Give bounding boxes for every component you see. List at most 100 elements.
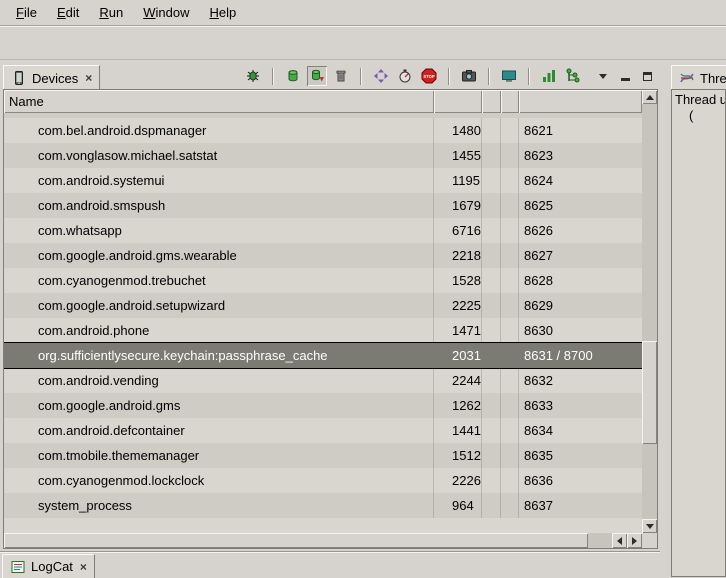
cell-pid: 22265 — [434, 468, 482, 493]
minimize-icon[interactable] — [619, 70, 631, 82]
cell-c4 — [501, 493, 519, 518]
arrow-right-icon — [632, 537, 637, 545]
scroll-up-button[interactable] — [642, 90, 657, 104]
cell-name: com.android.vending — [4, 368, 434, 393]
table-row[interactable]: com.android.vending224408632 — [4, 368, 642, 393]
toolbar-separator — [360, 68, 362, 85]
cell-c3 — [482, 143, 501, 168]
close-icon[interactable]: × — [85, 72, 92, 84]
horizontal-scrollbar[interactable] — [4, 533, 642, 548]
cell-c4 — [501, 343, 519, 368]
threads-content-panel: Thread up ( — [671, 89, 726, 577]
table-row[interactable]: com.vonglasow.michael.satstat145538623 — [4, 143, 642, 168]
table-row[interactable]: com.android.smspush16798625 — [4, 193, 642, 218]
menu-file[interactable]: File — [6, 2, 47, 23]
tab-devices[interactable]: Devices × — [3, 65, 100, 89]
dump-hprof-button[interactable] — [307, 66, 327, 86]
table-row[interactable]: com.android.defcontainer144118634 — [4, 418, 642, 443]
allocation-tracker-icon — [541, 68, 557, 84]
cell-c4 — [501, 418, 519, 443]
tab-threads-label: Threads — [700, 71, 726, 86]
scrollbar-corner — [642, 533, 657, 548]
tab-threads[interactable]: Threads — [671, 65, 726, 89]
horizontal-scroll-track[interactable] — [4, 533, 612, 548]
table-row[interactable]: system_process9648637 — [4, 493, 642, 518]
devices-view: Devices × STOP Name com.bel.android.dspm… — [3, 63, 658, 549]
stop-process-button[interactable]: STOP — [419, 66, 439, 86]
tab-logcat[interactable]: LogCat × — [2, 554, 95, 578]
process-table: com.bel.android.dspmanager14808621com.vo… — [4, 113, 642, 533]
toolbar-separator — [528, 68, 530, 85]
cell-name: com.whatsapp — [4, 218, 434, 243]
close-icon[interactable]: × — [80, 561, 87, 573]
devices-content: Name com.bel.android.dspmanager14808621c… — [3, 89, 658, 549]
maximize-icon[interactable] — [641, 70, 653, 82]
opengl-trace-icon — [565, 68, 581, 84]
cell-name: com.google.android.gms.wearable — [4, 243, 434, 268]
start-method-profiling-button[interactable] — [395, 66, 415, 86]
cell-c4 — [501, 393, 519, 418]
table-row[interactable]: com.android.systemui11958624 — [4, 168, 642, 193]
cell-port: 8626 — [519, 218, 642, 243]
cell-name: org.sufficientlysecure.keychain:passphra… — [4, 343, 434, 368]
toolbar-separator — [448, 68, 450, 85]
table-row[interactable]: com.google.android.gms.wearable221858627 — [4, 243, 642, 268]
vertical-scrollbar[interactable] — [642, 90, 657, 533]
view-menu-icon[interactable] — [597, 70, 609, 82]
scroll-down-button[interactable] — [642, 519, 657, 533]
table-row[interactable]: com.android.phone14718630 — [4, 318, 642, 343]
cell-c3 — [482, 268, 501, 293]
arrow-left-icon — [617, 537, 622, 545]
cell-name: com.google.android.gms — [4, 393, 434, 418]
update-threads-button[interactable] — [371, 66, 391, 86]
cell-name: com.vonglasow.michael.satstat — [4, 143, 434, 168]
vertical-scroll-track[interactable] — [642, 104, 657, 519]
debug-process-icon — [245, 68, 261, 84]
cell-c4 — [501, 118, 519, 143]
cell-name: com.android.systemui — [4, 168, 434, 193]
table-row[interactable]: com.cyanogenmod.lockclock222658636 — [4, 468, 642, 493]
cell-c4 — [501, 443, 519, 468]
column-header[interactable] — [482, 90, 501, 113]
cause-gc-button[interactable] — [331, 66, 351, 86]
cell-port: 8631 / 8700 — [519, 343, 642, 368]
cell-c3 — [482, 168, 501, 193]
arrow-up-icon — [646, 95, 654, 100]
menu-window[interactable]: Window — [133, 2, 199, 23]
allocation-tracker-button[interactable] — [539, 66, 559, 86]
cell-pid: 1480 — [434, 118, 482, 143]
table-row[interactable]: com.google.android.gms126238633 — [4, 393, 642, 418]
cell-port: 8621 — [519, 118, 642, 143]
column-header-name[interactable]: Name — [4, 90, 434, 113]
table-row[interactable]: org.sufficientlysecure.keychain:passphra… — [4, 343, 642, 368]
horizontal-scroll-thumb[interactable] — [4, 533, 588, 548]
vertical-scroll-thumb[interactable] — [642, 341, 657, 445]
menu-help[interactable]: Help — [199, 2, 246, 23]
capture-video-button[interactable] — [499, 66, 519, 86]
cell-name: com.tmobile.thememanager — [4, 443, 434, 468]
column-header[interactable] — [434, 90, 482, 113]
scroll-left-button[interactable] — [612, 533, 627, 548]
table-row[interactable]: com.cyanogenmod.trebuchet15288628 — [4, 268, 642, 293]
debug-process-button[interactable] — [243, 66, 263, 86]
column-header[interactable] — [501, 90, 519, 113]
table-row[interactable]: com.bel.android.dspmanager1480 8621 — [4, 118, 642, 143]
main-toolbar — [0, 26, 726, 60]
table-row[interactable]: com.google.android.setupwizard222508629 — [4, 293, 642, 318]
cell-c4 — [501, 168, 519, 193]
table-row[interactable]: com.whatsapp67168626 — [4, 218, 642, 243]
update-heap-button[interactable] — [283, 66, 303, 86]
menu-edit[interactable]: Edit — [47, 2, 89, 23]
scroll-right-button[interactable] — [627, 533, 642, 548]
cell-c3 — [482, 193, 501, 218]
screen-capture-button[interactable] — [459, 66, 479, 86]
column-header[interactable] — [519, 90, 642, 113]
opengl-trace-button[interactable] — [563, 66, 583, 86]
cell-port: 8628 — [519, 268, 642, 293]
table-row[interactable]: com.tmobile.thememanager15128635 — [4, 443, 642, 468]
cell-name: com.bel.android.dspmanager — [4, 118, 434, 143]
cell-c4 — [501, 193, 519, 218]
menu-run[interactable]: Run — [89, 2, 133, 23]
cell-pid: 22185 — [434, 243, 482, 268]
dump-hprof-icon — [309, 68, 325, 84]
